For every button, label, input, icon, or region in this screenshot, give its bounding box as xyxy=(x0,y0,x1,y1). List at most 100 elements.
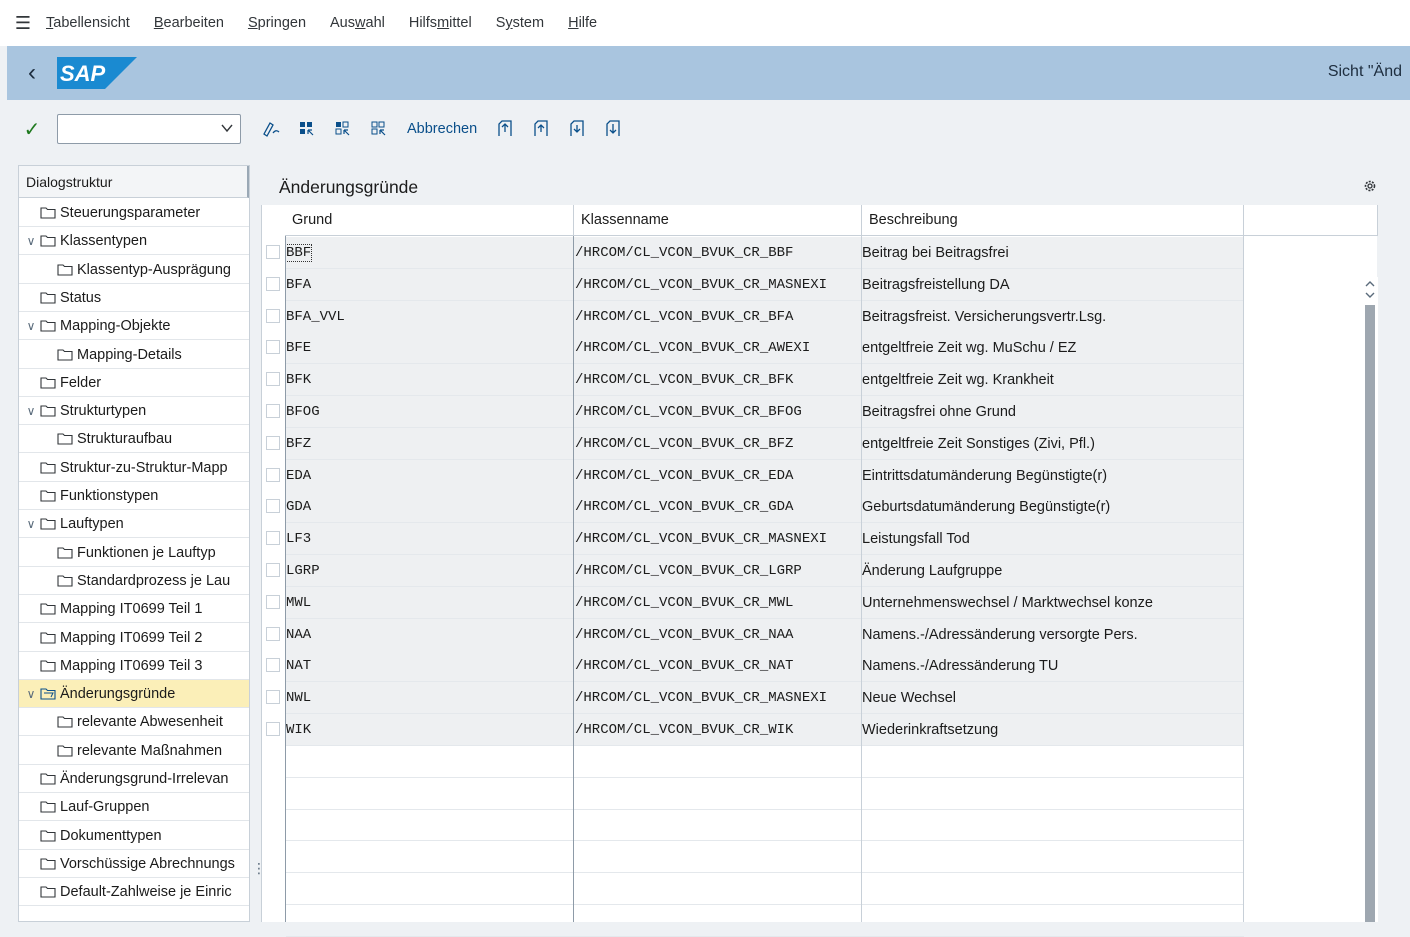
menu-auswahl[interactable]: Auswahl xyxy=(330,15,385,31)
display-change-icon[interactable] xyxy=(253,114,289,144)
menu-tabellensicht[interactable]: Tabellensicht xyxy=(46,15,130,31)
empty-cell[interactable] xyxy=(574,746,862,778)
cell-beschreibung[interactable]: Geburtsdatumänderung Begünstigte(r) xyxy=(862,491,1244,524)
cell-grund[interactable]: MWL xyxy=(286,586,574,619)
tree-item[interactable]: Steuerungsparameter xyxy=(19,199,249,227)
cell-grund[interactable]: EDA xyxy=(286,459,574,492)
cell-klassenname[interactable]: /HRCOM/CL_VCON_BVUK_CR_MWL xyxy=(574,586,862,619)
empty-cell[interactable] xyxy=(862,746,1244,778)
cell-grund[interactable]: WIK xyxy=(286,714,574,746)
cell-klassenname[interactable]: /HRCOM/CL_VCON_BVUK_CR_BFOG xyxy=(574,396,862,428)
empty-table-row[interactable] xyxy=(262,873,1378,905)
row-selector-checkbox[interactable] xyxy=(266,626,280,641)
empty-cell[interactable] xyxy=(862,809,1244,842)
command-input[interactable] xyxy=(58,115,208,143)
tree-item[interactable]: Felder xyxy=(19,369,249,397)
cell-grund[interactable]: BFK xyxy=(286,364,574,397)
tree-item[interactable]: ∨ Mapping-Objekte xyxy=(19,312,249,341)
empty-cell[interactable] xyxy=(862,778,1244,810)
empty-table-row[interactable] xyxy=(262,841,1378,874)
gear-icon[interactable] xyxy=(1363,179,1377,193)
enter-check-icon[interactable]: ✓ xyxy=(7,117,57,142)
tree-item[interactable]: Dokumenttypen xyxy=(19,822,249,850)
cell-grund[interactable]: LF3 xyxy=(286,523,574,556)
tree-item[interactable]: Lauf-Gruppen xyxy=(19,793,249,822)
cell-grund[interactable]: BFA xyxy=(286,268,574,301)
tree-item[interactable]: Mapping-Details xyxy=(19,341,249,369)
cell-klassenname[interactable]: /HRCOM/CL_VCON_BVUK_CR_MASNEXI xyxy=(574,268,862,301)
cell-grund[interactable]: GDA xyxy=(286,491,574,524)
table-row[interactable]: EDA/HRCOM/CL_VCON_BVUK_CR_EDA Eintrittsda… xyxy=(262,459,1378,492)
table-row[interactable]: BFZ/HRCOM/CL_VCON_BVUK_CR_BFZ entgeltfrei… xyxy=(262,427,1378,460)
column-header-grund[interactable]: Grund xyxy=(285,205,574,236)
row-selector-checkbox[interactable] xyxy=(266,690,280,705)
empty-cell[interactable] xyxy=(862,873,1244,905)
chevron-down-icon[interactable]: ∨ xyxy=(22,680,40,707)
cell-beschreibung[interactable]: Neue Wechsel xyxy=(862,682,1244,715)
row-selector-checkbox[interactable] xyxy=(266,276,280,291)
tree-item[interactable]: Default-Zahlweise je Einric xyxy=(19,878,249,907)
chevron-down-icon[interactable] xyxy=(220,121,234,135)
cell-grund[interactable]: NAT xyxy=(286,650,574,683)
next-page-icon[interactable] xyxy=(559,114,595,144)
empty-cell[interactable] xyxy=(286,746,574,778)
cell-beschreibung[interactable]: Leistungsfall Tod xyxy=(862,523,1244,556)
table-row[interactable]: BFA/HRCOM/CL_VCON_BVUK_CR_MASNEXI Beitrag… xyxy=(262,268,1378,301)
cell-klassenname[interactable]: /HRCOM/CL_VCON_BVUK_CR_BFA xyxy=(574,300,862,333)
empty-table-row[interactable] xyxy=(262,905,1378,937)
cell-klassenname[interactable]: /HRCOM/CL_VCON_BVUK_CR_MASNEXI xyxy=(574,523,862,556)
cell-klassenname[interactable]: /HRCOM/CL_VCON_BVUK_CR_LGRP xyxy=(574,555,862,587)
cell-beschreibung[interactable]: Beitragsfrei ohne Grund xyxy=(862,396,1244,428)
back-icon[interactable]: ‹ xyxy=(7,59,57,87)
tree-item[interactable]: ∨ Änderungsgründe xyxy=(19,680,249,709)
tree-item[interactable]: Mapping IT0699 Teil 3 xyxy=(19,652,249,680)
cell-grund[interactable]: NWL xyxy=(286,682,574,715)
cell-grund[interactable]: BFE xyxy=(286,332,574,365)
tree-item[interactable]: ∨ Strukturtypen xyxy=(19,397,249,426)
cell-beschreibung[interactable]: Beitragsfreist. Versicherungsvertr.Lsg. xyxy=(862,300,1244,333)
tree-item[interactable]: Mapping IT0699 Teil 2 xyxy=(19,624,249,652)
cell-klassenname[interactable]: /HRCOM/CL_VCON_BVUK_CR_BBF xyxy=(574,237,862,269)
cell-beschreibung[interactable]: Beitrag bei Beitragsfrei xyxy=(862,237,1244,269)
empty-cell[interactable] xyxy=(574,905,862,937)
cell-beschreibung[interactable]: entgeltfreie Zeit wg. Krankheit xyxy=(862,364,1244,397)
cell-beschreibung[interactable]: Änderung Laufgruppe xyxy=(862,555,1244,587)
empty-cell[interactable] xyxy=(574,841,862,874)
cell-beschreibung[interactable]: Eintrittsdatumänderung Begünstigte(r) xyxy=(862,459,1244,492)
cell-klassenname[interactable]: /HRCOM/CL_VCON_BVUK_CR_EDA xyxy=(574,459,862,492)
cancel-button[interactable]: Abbrechen xyxy=(407,121,477,137)
row-selector-checkbox[interactable] xyxy=(266,499,280,514)
select-block-icon[interactable] xyxy=(325,114,361,144)
row-selector-checkbox[interactable] xyxy=(266,722,280,736)
scroll-down-icon[interactable] xyxy=(1364,290,1376,300)
cell-beschreibung[interactable]: Wiederinkraftsetzung xyxy=(862,714,1244,746)
empty-cell[interactable] xyxy=(286,778,574,810)
row-selector-checkbox[interactable] xyxy=(266,308,280,323)
row-selector-checkbox[interactable] xyxy=(266,531,280,546)
menu-springen[interactable]: Springen xyxy=(248,15,306,31)
empty-cell[interactable] xyxy=(574,809,862,842)
table-row[interactable]: BFOG/HRCOM/CL_VCON_BVUK_CR_BFOG Beitragsf… xyxy=(262,396,1378,428)
table-row[interactable]: BFK/HRCOM/CL_VCON_BVUK_CR_BFK entgeltfrei… xyxy=(262,364,1378,397)
cell-klassenname[interactable]: /HRCOM/CL_VCON_BVUK_CR_AWEXI xyxy=(574,332,862,365)
first-page-icon[interactable] xyxy=(487,114,523,144)
empty-cell[interactable] xyxy=(862,841,1244,874)
row-selector-checkbox[interactable] xyxy=(266,467,280,482)
empty-cell[interactable] xyxy=(286,873,574,905)
cell-beschreibung[interactable]: entgeltfreie Zeit wg. MuSchu / EZ xyxy=(862,332,1244,365)
table-row[interactable]: MWL/HRCOM/CL_VCON_BVUK_CR_MWL Unternehmen… xyxy=(262,586,1378,619)
empty-cell[interactable] xyxy=(286,809,574,842)
vertical-scrollbar[interactable] xyxy=(1362,277,1378,922)
panel-splitter[interactable]: ⋮ xyxy=(250,165,266,922)
table-row[interactable]: GDA/HRCOM/CL_VCON_BVUK_CR_GDA Geburtsdatu… xyxy=(262,491,1378,524)
tree-item[interactable]: ∨ Lauftypen xyxy=(19,510,249,539)
tree-item[interactable]: Standardprozess je Lau xyxy=(19,567,249,595)
scroll-up-icon[interactable] xyxy=(1364,279,1376,289)
table-row[interactable]: NWL/HRCOM/CL_VCON_BVUK_CR_MASNEXI Neue We… xyxy=(262,682,1378,715)
cell-klassenname[interactable]: /HRCOM/CL_VCON_BVUK_CR_NAT xyxy=(574,650,862,683)
tree-item[interactable]: Vorschüssige Abrechnungs xyxy=(19,850,249,878)
tree-item[interactable]: relevante Abwesenheit xyxy=(19,708,249,737)
cell-klassenname[interactable]: /HRCOM/CL_VCON_BVUK_CR_BFK xyxy=(574,364,862,397)
cell-klassenname[interactable]: /HRCOM/CL_VCON_BVUK_CR_MASNEXI xyxy=(574,682,862,715)
row-selector-checkbox[interactable] xyxy=(266,563,280,577)
